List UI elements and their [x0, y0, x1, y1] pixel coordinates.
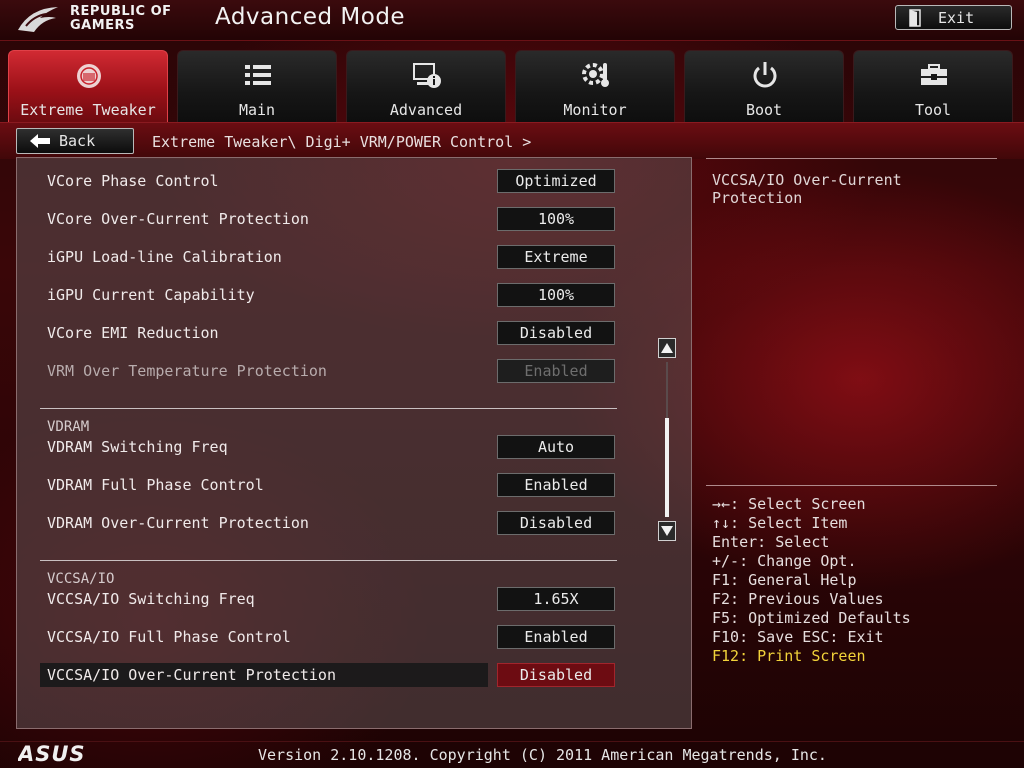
- brand-line-2: GAMERS: [70, 18, 135, 33]
- setting-label: VCore Over-Current Protection: [47, 210, 309, 228]
- tab-label: Boot: [745, 101, 783, 119]
- top-bar: REPUBLIC OF GAMERS Advanced Mode Exit: [0, 0, 1024, 41]
- tab-monitor[interactable]: Monitor: [515, 50, 675, 122]
- back-label: Back: [59, 132, 96, 150]
- key-hint: F2: Previous Values: [712, 590, 884, 608]
- exit-label: Exit: [938, 9, 975, 27]
- triangle-up-icon: [661, 343, 673, 353]
- setting-label: iGPU Current Capability: [47, 286, 255, 304]
- breadcrumb: Extreme Tweaker\ Digi+ VRM/POWER Control…: [152, 133, 532, 151]
- setting-value-button[interactable]: Disabled: [497, 511, 615, 535]
- key-hint: +/-: Change Opt.: [712, 552, 857, 570]
- section-heading-vccsa: VCCSA/IO: [47, 571, 115, 587]
- power-icon: [753, 62, 777, 88]
- exit-door-icon: [909, 9, 921, 27]
- asus-logo-icon: ASUS: [18, 744, 86, 764]
- setting-label: VCore EMI Reduction: [47, 324, 219, 342]
- scrollbar-thumb[interactable]: [665, 418, 669, 517]
- key-hint: ↑↓: Select Item: [712, 514, 848, 532]
- tab-boot[interactable]: Boot: [684, 50, 844, 122]
- help-top-rule: [706, 158, 997, 159]
- setting-value-button[interactable]: Enabled: [497, 625, 615, 649]
- key-hint: F5: Optimized Defaults: [712, 609, 911, 627]
- key-hint: →←: Select Screen: [712, 495, 866, 513]
- help-description: VCCSA/IO Over-Current Protection: [712, 171, 902, 207]
- setting-label: iGPU Load-line Calibration: [47, 248, 282, 266]
- tab-advanced[interactable]: Advanced: [346, 50, 506, 122]
- back-button[interactable]: Back: [16, 128, 134, 154]
- scroll-up-button[interactable]: [658, 338, 676, 358]
- key-hint: F1: General Help: [712, 571, 857, 589]
- rog-brand-text: REPUBLIC OF GAMERS: [70, 5, 190, 33]
- tab-label: Main: [238, 101, 276, 119]
- setting-label: VRM Over Temperature Protection: [47, 362, 327, 380]
- key-hint-print-screen: F12: Print Screen: [712, 647, 866, 665]
- setting-label: VCCSA/IO Full Phase Control: [47, 628, 291, 646]
- setting-label: VDRAM Switching Freq: [47, 438, 228, 456]
- footer-rule: [0, 741, 1024, 742]
- section-divider: [40, 560, 617, 561]
- setting-value-button[interactable]: Disabled: [497, 321, 615, 345]
- setting-value-button[interactable]: 100%: [497, 207, 615, 231]
- setting-value-button[interactable]: Auto: [497, 435, 615, 459]
- svg-text:ASUS: ASUS: [18, 744, 86, 764]
- section-heading-vdram: VDRAM: [47, 419, 90, 435]
- setting-value-button[interactable]: Optimized: [497, 169, 615, 193]
- tab-label: Monitor: [563, 101, 627, 119]
- rog-eye-logo-icon: [18, 7, 58, 32]
- setting-label: VCore Phase Control: [47, 172, 219, 190]
- speedometer-icon: [77, 64, 101, 88]
- exit-button[interactable]: Exit: [895, 5, 1012, 30]
- scroll-down-button[interactable]: [658, 521, 676, 541]
- triangle-down-icon: [661, 526, 673, 536]
- info-display-icon: [413, 63, 441, 88]
- setting-label: VDRAM Over-Current Protection: [47, 514, 309, 532]
- setting-value-button[interactable]: 1.65X: [497, 587, 615, 611]
- tab-label: Advanced: [389, 101, 463, 119]
- setting-label: VDRAM Full Phase Control: [47, 476, 264, 494]
- tab-label: Extreme Tweaker: [20, 101, 156, 119]
- toolbox-icon: [921, 64, 947, 85]
- setting-value-disabled: Enabled: [497, 359, 615, 383]
- setting-label: VCCSA/IO Switching Freq: [47, 590, 255, 608]
- tab-extreme-tweaker[interactable]: Extreme Tweaker: [8, 50, 168, 122]
- key-hint: Enter: Select: [712, 533, 830, 551]
- list-icon: [245, 65, 271, 85]
- tab-label: Tool: [914, 101, 952, 119]
- setting-value-button[interactable]: Extreme: [497, 245, 615, 269]
- tab-tool[interactable]: Tool: [853, 50, 1013, 122]
- brand-line-1: REPUBLIC OF: [70, 4, 172, 19]
- key-hint: F10: Save ESC: Exit: [712, 628, 884, 646]
- setting-value-button[interactable]: Enabled: [497, 473, 615, 497]
- setting-value-button[interactable]: 100%: [497, 283, 615, 307]
- setting-value-button-selected[interactable]: Disabled: [497, 663, 615, 687]
- help-middle-rule: [706, 485, 997, 486]
- mode-title: Advanced Mode: [215, 4, 406, 30]
- setting-label-selected[interactable]: VCCSA/IO Over-Current Protection: [40, 663, 488, 687]
- tab-main[interactable]: Main: [177, 50, 337, 122]
- section-divider: [40, 408, 617, 409]
- gear-thermometer-icon: [582, 63, 609, 87]
- version-text: Version 2.10.1208. Copyright (C) 2011 Am…: [258, 746, 827, 764]
- back-arrow-icon: [30, 134, 50, 148]
